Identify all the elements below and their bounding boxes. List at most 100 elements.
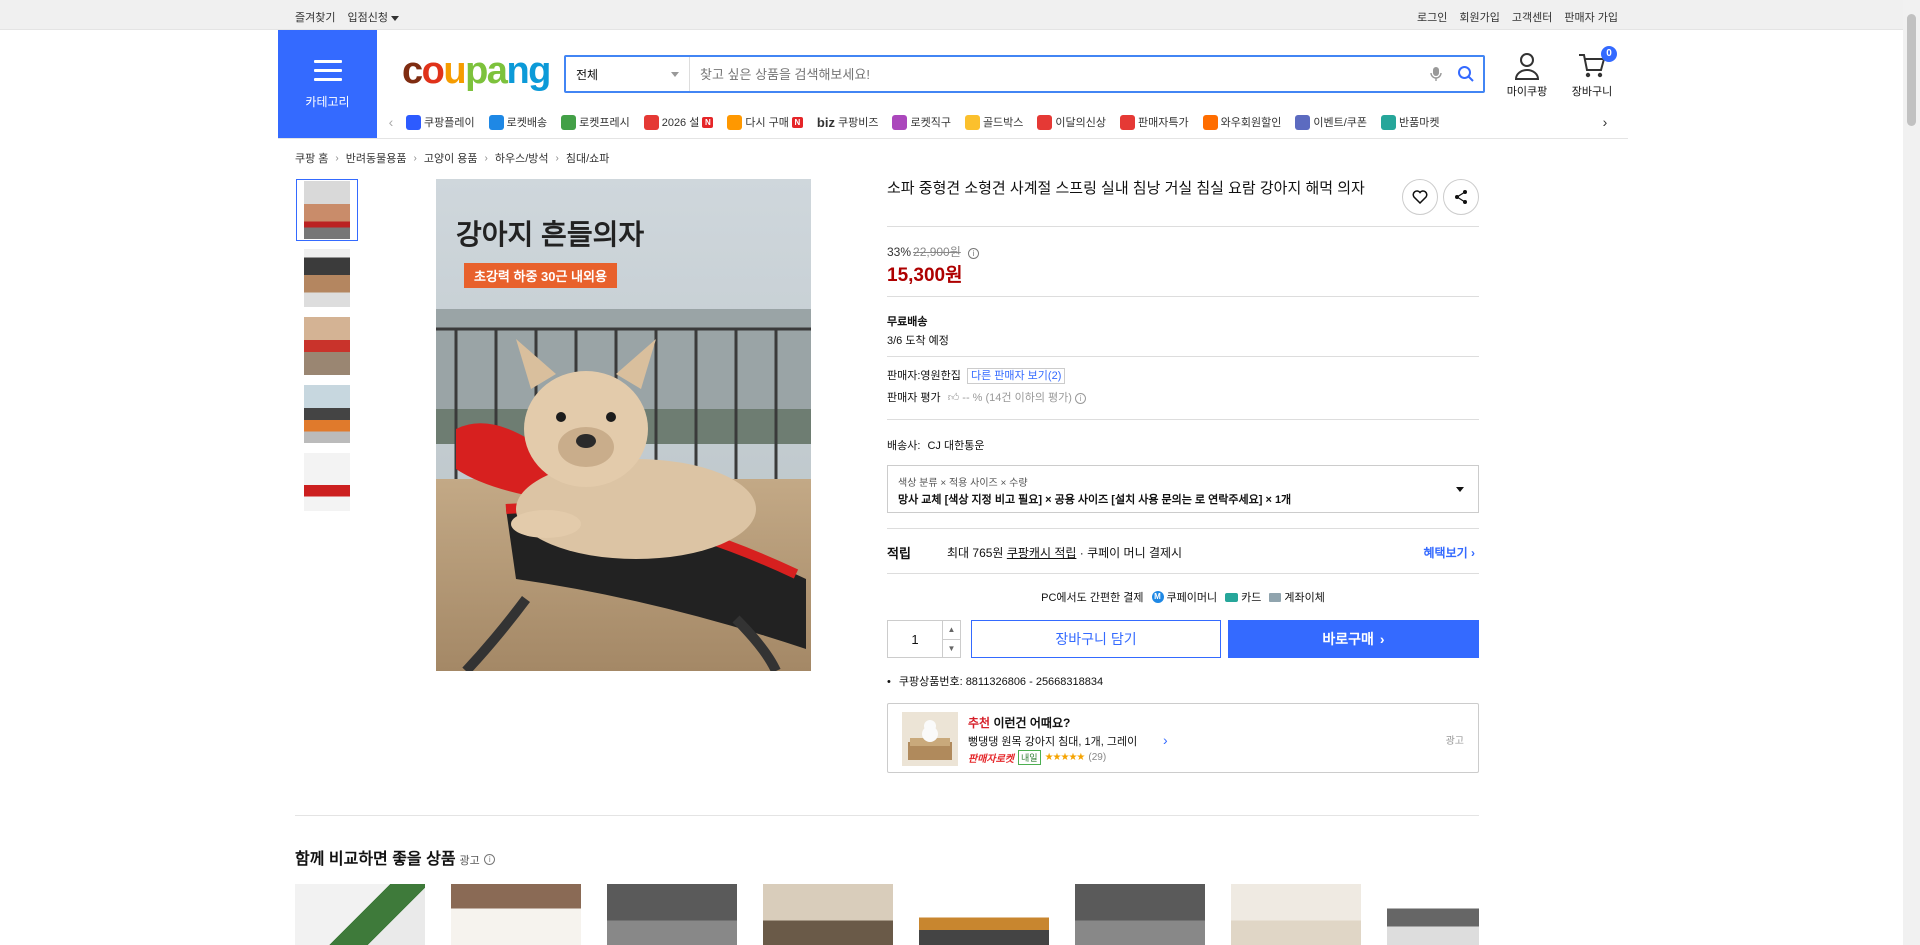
breadcrumb: 쿠팡 홈 › 반려동물용품 › 고양이 용품 › 하우스/방석 › 침대/쇼파 bbox=[295, 150, 609, 166]
chevron-right-icon[interactable]: › bbox=[1163, 732, 1168, 748]
scrollbar-thumb[interactable] bbox=[1907, 14, 1916, 126]
login-link[interactable]: 로그인 bbox=[1417, 9, 1447, 25]
breadcrumb-item[interactable]: 쿠팡 홈 bbox=[295, 150, 328, 166]
breadcrumb-item[interactable]: 반려동물용품 bbox=[346, 150, 407, 166]
recommendation-card[interactable]: 추천 이런건 어때요? 뻥댕댕 원목 강아지 침대, 1개, 그레이 판매자로켓… bbox=[887, 703, 1479, 773]
cart-button[interactable]: 0 장바구니 bbox=[1567, 46, 1617, 99]
compare-product-image[interactable] bbox=[919, 884, 1049, 945]
microphone-icon[interactable] bbox=[1423, 57, 1449, 91]
shortcut-icon bbox=[488, 114, 504, 130]
bookmark-link[interactable]: 즐겨찾기 bbox=[295, 9, 335, 25]
chevron-right-icon[interactable]: › bbox=[1597, 114, 1613, 130]
divider bbox=[887, 573, 1479, 574]
shortcut-item[interactable]: 반품마켓 bbox=[1374, 114, 1446, 130]
breadcrumb-item[interactable]: 고양이 용품 bbox=[424, 150, 478, 166]
seller-signup-link[interactable]: 판매자 가입 bbox=[1564, 9, 1618, 25]
compare-product-image[interactable] bbox=[607, 884, 737, 945]
compare-product-image[interactable] bbox=[1231, 884, 1361, 945]
shortcut-item[interactable]: 로켓직구 bbox=[885, 114, 957, 130]
coupang-cash-link[interactable]: 쿠팡캐시 적립 bbox=[1007, 544, 1077, 561]
search-input[interactable] bbox=[690, 66, 1423, 82]
shortcut-item[interactable]: 골드박스 bbox=[958, 114, 1030, 130]
decrease-icon[interactable]: ▼ bbox=[943, 640, 960, 658]
shortcut-item[interactable]: 판매자특가 bbox=[1113, 114, 1196, 130]
my-coupang-button[interactable]: 마이쿠팡 bbox=[1502, 52, 1552, 99]
compare-product-image[interactable] bbox=[763, 884, 893, 945]
pay-method-label: 계좌이체 bbox=[1284, 592, 1325, 604]
pay-title: PC에서도 간편한 결제 bbox=[1041, 592, 1144, 604]
courier-label: 배송사: bbox=[887, 440, 921, 452]
shortcut-item[interactable]: 2026 설N bbox=[637, 114, 721, 130]
seller-rocket-badge: 판매자로켓 bbox=[968, 754, 1014, 765]
recommendation-product-name: 뻥댕댕 원목 강아지 침대, 1개, 그레이 bbox=[968, 736, 1138, 748]
thumbnail[interactable] bbox=[296, 179, 358, 241]
reward-tail: · 쿠페이 머니 결제시 bbox=[1079, 546, 1183, 560]
seller-apply-label: 입점신청 bbox=[347, 12, 388, 24]
chevron-left-icon[interactable]: ‹ bbox=[383, 114, 399, 130]
seller-rating-note: (14건 이하의 평가) bbox=[985, 392, 1072, 404]
option-select[interactable]: 색상 분류 × 적용 사이즈 × 수량 망사 교체 [색상 지정 비고 필요] … bbox=[887, 465, 1479, 513]
compare-product-image[interactable] bbox=[1387, 884, 1479, 945]
increase-icon[interactable]: ▲ bbox=[943, 621, 960, 640]
chevron-right-icon: › bbox=[555, 152, 559, 164]
thumbnail[interactable] bbox=[296, 315, 358, 377]
shortcut-item[interactable]: 와우회원할인 bbox=[1196, 114, 1289, 130]
recommendation-meta: 판매자로켓 내일 ★★★★★ (29) bbox=[968, 750, 1106, 765]
shortcut-item[interactable]: 로켓프레시 bbox=[554, 114, 637, 130]
category-button[interactable]: 카테고리 bbox=[278, 30, 377, 138]
my-coupang-label: 마이쿠팡 bbox=[1506, 86, 1548, 98]
compare-product-image[interactable] bbox=[451, 884, 581, 945]
reward-row: 적립 최대 765원 쿠팡캐시 적립 · 쿠페이 머니 결제시 혜택보기 › bbox=[887, 543, 1479, 562]
wishlist-button[interactable] bbox=[1402, 179, 1438, 215]
shortcut-item[interactable]: 쿠팡플레이 bbox=[399, 114, 482, 130]
new-badge-icon: N bbox=[791, 116, 803, 128]
breadcrumb-item[interactable]: 하우스/방석 bbox=[495, 150, 549, 166]
shortcut-icon bbox=[561, 114, 577, 130]
divider bbox=[887, 356, 1479, 357]
courier-row: 배송사: CJ 대한통운 bbox=[887, 437, 984, 453]
chevron-right-icon: › bbox=[484, 152, 488, 164]
add-to-cart-button[interactable]: 장바구니 담기 bbox=[971, 620, 1221, 658]
original-price: 22,900원 bbox=[913, 245, 961, 259]
reward-label: 적립 bbox=[887, 546, 911, 561]
thumbnail[interactable] bbox=[296, 451, 358, 513]
shipping-info: 무료배송 3/6 도착 예정 bbox=[887, 313, 949, 351]
share-button[interactable] bbox=[1443, 179, 1479, 215]
product-title: 소파 중형견 소형견 사계절 스프링 실내 침낭 거실 침실 요람 강아지 해먹… bbox=[887, 180, 1365, 197]
coupang-logo[interactable]: coupang bbox=[402, 50, 551, 93]
seller-name[interactable]: 영원한집 bbox=[920, 370, 960, 382]
shortcut-icon bbox=[643, 114, 659, 130]
reward-max: 최대 765원 bbox=[947, 546, 1004, 560]
search-scope-select[interactable]: 전체 bbox=[566, 57, 690, 91]
other-sellers-button[interactable]: 다른 판매자 보기(2) bbox=[966, 368, 1066, 384]
compare-product-row bbox=[295, 884, 1479, 945]
compare-product-image[interactable] bbox=[1075, 884, 1205, 945]
info-icon[interactable]: i bbox=[968, 248, 980, 259]
shortcut-item[interactable]: 로켓배송 bbox=[482, 114, 554, 130]
shortcut-item[interactable]: 다시 구매 N bbox=[720, 114, 810, 130]
info-icon[interactable]: i bbox=[1074, 393, 1086, 404]
user-icon bbox=[1514, 53, 1540, 80]
info-icon[interactable]: i bbox=[484, 854, 496, 866]
seller-apply-link[interactable]: 입점신청 bbox=[347, 9, 399, 25]
tomorrow-badge: 내일 bbox=[1018, 750, 1041, 765]
arrival-date: 3/6 도착 예정 bbox=[887, 335, 949, 347]
recommendation-title: 이런건 어때요? bbox=[993, 716, 1071, 730]
shortcut-item[interactable]: 이달의신상 bbox=[1030, 114, 1113, 130]
compare-product-image[interactable] bbox=[295, 884, 425, 945]
shortcut-item[interactable]: biz 쿠팡비즈 bbox=[810, 114, 886, 130]
customer-center-link[interactable]: 고객센터 bbox=[1512, 9, 1552, 25]
benefit-link[interactable]: 혜택보기 › bbox=[1423, 544, 1475, 561]
quantity-input[interactable]: 1 bbox=[888, 621, 942, 657]
thumbnail[interactable] bbox=[296, 383, 358, 445]
thumbnail[interactable] bbox=[296, 247, 358, 309]
main-product-image[interactable]: 강아지 흔들의자 초강력 하중 30근 내외용 bbox=[436, 179, 811, 671]
search-icon[interactable] bbox=[1449, 57, 1483, 91]
signup-link[interactable]: 회원가입 bbox=[1459, 9, 1499, 25]
shortcut-item[interactable]: 이벤트/쿠폰 bbox=[1288, 114, 1374, 130]
buy-now-button[interactable]: 바로구매 › bbox=[1228, 620, 1479, 658]
biz-icon: biz bbox=[816, 114, 835, 130]
page-scrollbar[interactable] bbox=[1903, 0, 1920, 945]
breadcrumb-item[interactable]: 침대/쇼파 bbox=[566, 150, 610, 166]
header-divider bbox=[278, 138, 1628, 139]
